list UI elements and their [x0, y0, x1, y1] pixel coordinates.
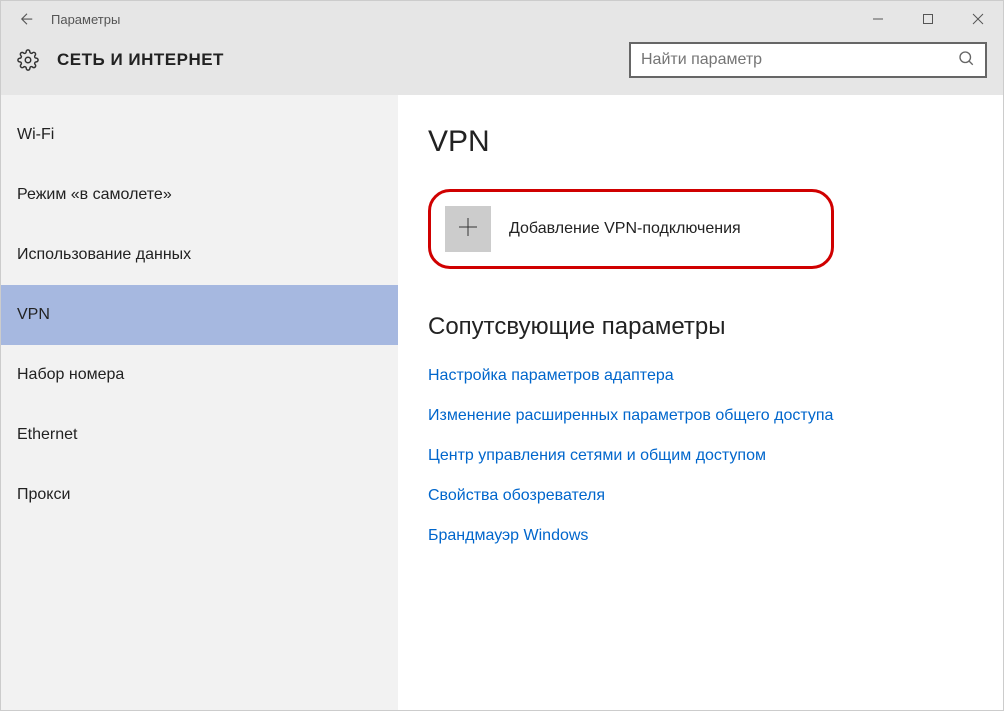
link-label: Брандмауэр Windows [428, 527, 588, 544]
main-panel: VPN Добавление VPN-подключения Сопутсвую… [398, 95, 1003, 710]
link-internet-options[interactable]: Свойства обозревателя [428, 487, 973, 505]
window-title: Параметры [51, 12, 853, 27]
maximize-icon [922, 13, 934, 25]
arrow-left-icon [18, 10, 36, 28]
search-input[interactable] [641, 51, 957, 69]
sidebar-item-dial-up[interactable]: Набор номера [1, 345, 398, 405]
back-button[interactable] [9, 1, 45, 37]
add-vpn-label: Добавление VPN-подключения [509, 220, 741, 238]
content: Wi-Fi Режим «в самолете» Использование д… [1, 95, 1003, 710]
page-title: VPN [428, 125, 973, 159]
link-adapter-settings[interactable]: Настройка параметров адаптера [428, 367, 973, 385]
add-vpn-connection-button[interactable]: Добавление VPN-подключения [428, 189, 834, 269]
sidebar-item-label: Использование данных [17, 246, 191, 264]
sidebar: Wi-Fi Режим «в самолете» Использование д… [1, 95, 398, 710]
sidebar-item-airplane-mode[interactable]: Режим «в самолете» [1, 165, 398, 225]
sidebar-item-label: Ethernet [17, 426, 77, 444]
close-icon [972, 13, 984, 25]
minimize-button[interactable] [853, 1, 903, 37]
sidebar-item-vpn[interactable]: VPN [1, 285, 398, 345]
link-label: Настройка параметров адаптера [428, 367, 674, 384]
maximize-button[interactable] [903, 1, 953, 37]
link-label: Изменение расширенных параметров общего … [428, 407, 833, 424]
sidebar-item-label: Режим «в самолете» [17, 186, 172, 204]
link-network-sharing-center[interactable]: Центр управления сетями и общим доступом [428, 447, 973, 465]
add-icon-box [445, 206, 491, 252]
sidebar-item-label: VPN [17, 306, 50, 324]
sidebar-item-label: Wi-Fi [17, 126, 54, 144]
window-controls [853, 1, 1003, 37]
link-label: Свойства обозревателя [428, 487, 605, 504]
link-advanced-sharing[interactable]: Изменение расширенных параметров общего … [428, 407, 973, 425]
close-button[interactable] [953, 1, 1003, 37]
category-title: СЕТЬ И ИНТЕРНЕТ [57, 50, 629, 70]
sidebar-item-wifi[interactable]: Wi-Fi [1, 105, 398, 165]
title-bar: Параметры [1, 1, 1003, 37]
sidebar-item-data-usage[interactable]: Использование данных [1, 225, 398, 285]
sidebar-item-label: Прокси [17, 486, 70, 504]
sidebar-item-proxy[interactable]: Прокси [1, 465, 398, 525]
sidebar-item-ethernet[interactable]: Ethernet [1, 405, 398, 465]
minimize-icon [872, 13, 884, 25]
settings-icon [17, 49, 39, 71]
link-label: Центр управления сетями и общим доступом [428, 447, 766, 464]
search-box[interactable] [629, 42, 987, 78]
header: СЕТЬ И ИНТЕРНЕТ [1, 37, 1003, 95]
related-settings-title: Сопутсвующие параметры [428, 313, 973, 341]
plus-icon [456, 215, 480, 243]
search-icon [957, 49, 975, 72]
sidebar-item-label: Набор номера [17, 366, 124, 384]
link-windows-firewall[interactable]: Брандмауэр Windows [428, 527, 973, 545]
